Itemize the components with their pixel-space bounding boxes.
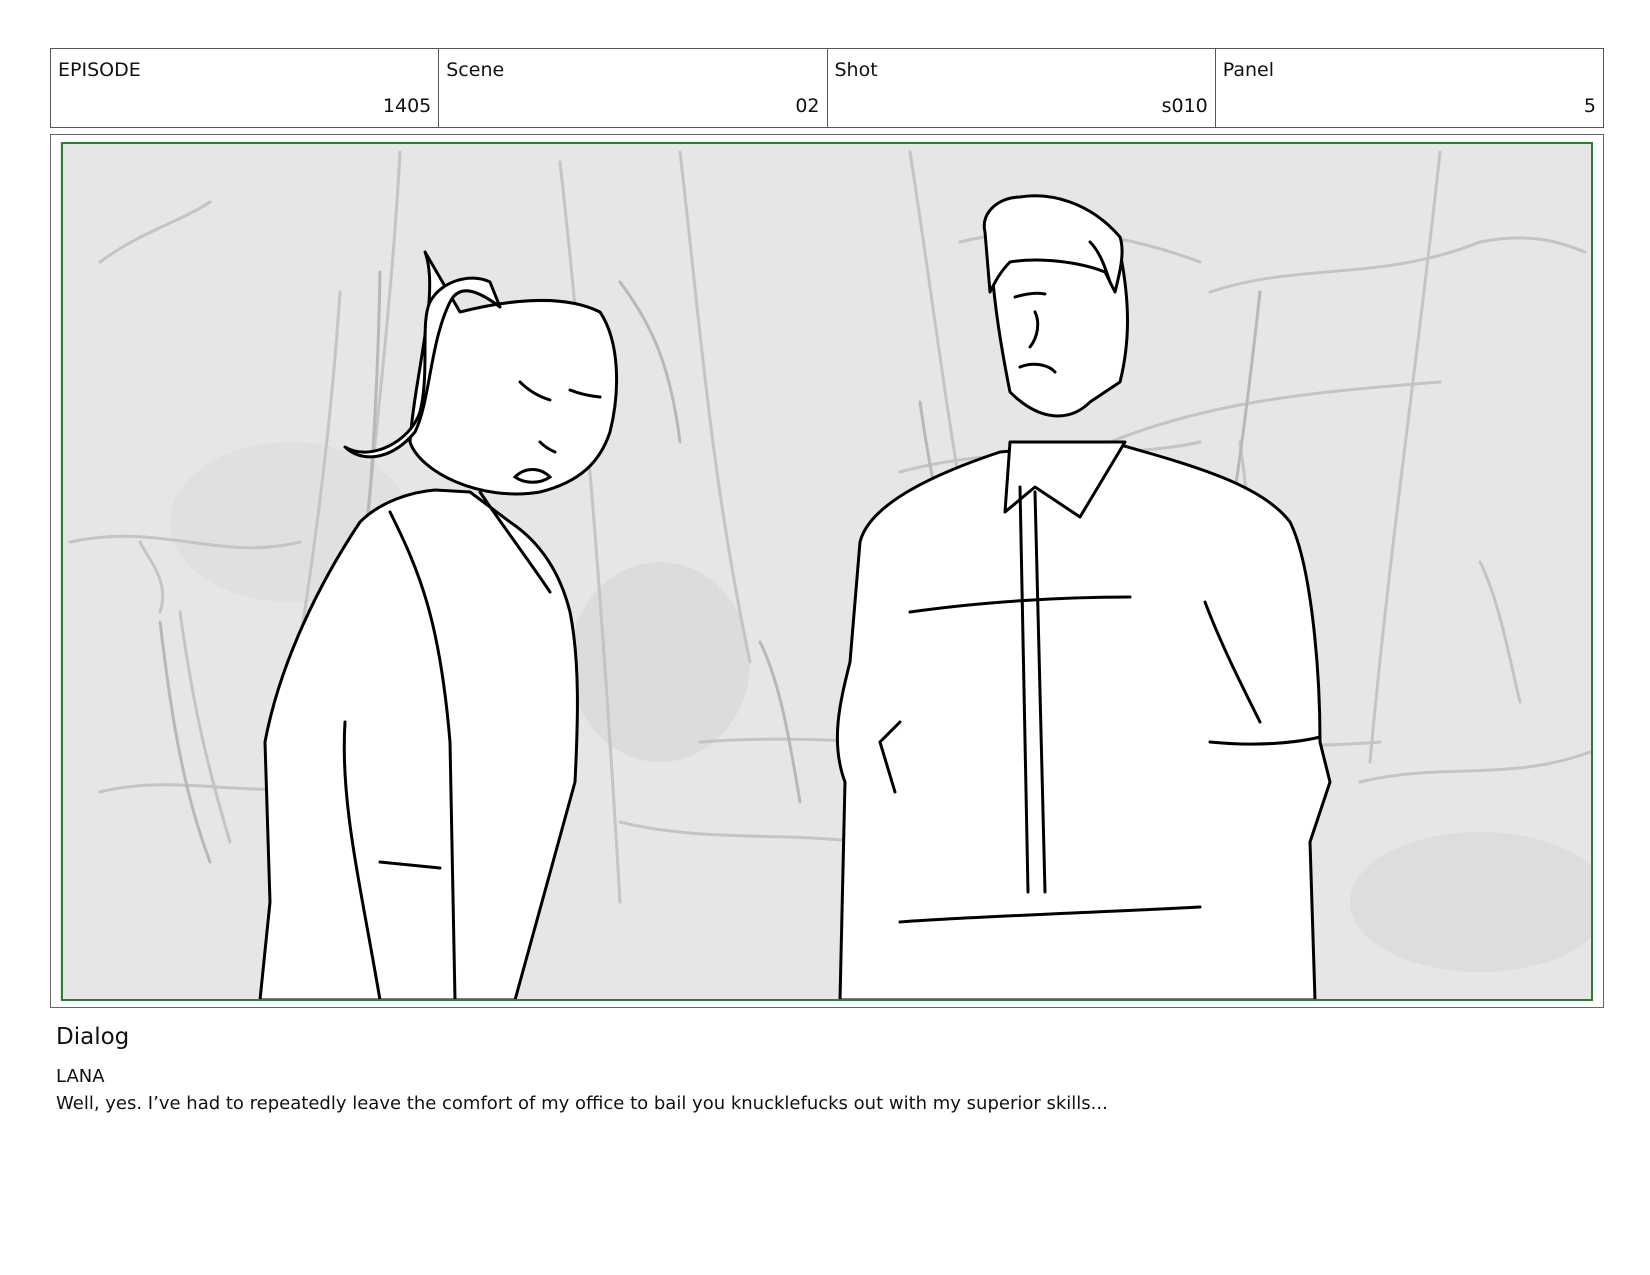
panel-cell: Panel 5 [1216, 49, 1603, 127]
episode-cell: EPISODE 1405 [51, 49, 440, 127]
panel-label: Panel [1222, 59, 1275, 81]
scene-label: Scene [446, 59, 505, 81]
storyboard-image [60, 142, 1592, 1000]
panel-header: EPISODE 1405 Scene 02 Shot s010 Panel 5 [50, 48, 1604, 128]
shot-label: Shot [834, 59, 878, 81]
episode-value: 1405 [382, 95, 432, 117]
character-name: LANA [56, 1066, 105, 1087]
scene-value: 02 [795, 95, 820, 117]
dialog-line: Well, yes. I’ve had to repeatedly leave … [56, 1093, 1108, 1114]
scene-cell: Scene 02 [439, 49, 828, 127]
episode-label: EPISODE [58, 59, 141, 81]
dialog-heading: Dialog [56, 1024, 130, 1050]
panel-value: 5 [1583, 95, 1596, 117]
shot-value: s010 [1161, 95, 1208, 117]
storyboard-sketch [60, 142, 1592, 1000]
shot-cell: Shot s010 [828, 49, 1216, 127]
